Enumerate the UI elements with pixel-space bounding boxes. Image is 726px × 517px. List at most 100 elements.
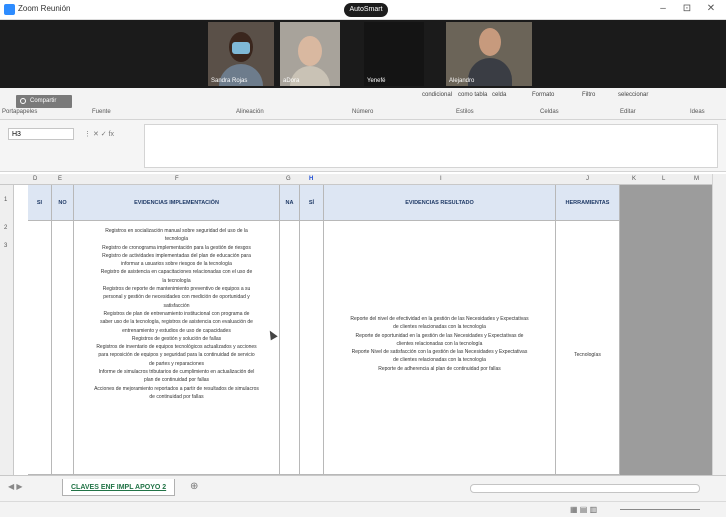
participant-name: Yenefé xyxy=(367,78,386,84)
column-header[interactable]: J xyxy=(586,176,589,182)
evidencia-line: Registros de inventario de equipos tecno… xyxy=(96,344,257,351)
window-title: Zoom Reunión xyxy=(18,4,71,13)
ribbon-group-label: Alineación xyxy=(236,109,264,115)
zoom-icon xyxy=(4,4,15,15)
resultado-line: Reporte de oportunidad en la gestión de … xyxy=(355,332,524,339)
ribbon-group-label: Editar xyxy=(620,109,636,115)
header-na[interactable]: NA xyxy=(280,185,300,221)
ribbon-item[interactable]: Formato xyxy=(532,92,554,98)
column-header[interactable]: F xyxy=(175,176,179,182)
evidencia-line: informar a usuarios sobre riesgos de la … xyxy=(121,261,232,268)
ribbon-item[interactable]: como tabla xyxy=(458,92,487,98)
evidencia-line: Acciones de mejoramiento reportados a pa… xyxy=(94,385,259,392)
evidencia-line: de partes y reparaciones xyxy=(148,360,205,367)
cell-evidencias-resultado[interactable]: Reporte del nivel de efectividad en la g… xyxy=(324,221,556,475)
ribbon-group-label: Celdas xyxy=(540,109,559,115)
ribbon-item[interactable]: Filtro xyxy=(582,92,595,98)
evidencia-line: Informe de simulacros tributarios de cum… xyxy=(98,369,255,376)
formula-input[interactable] xyxy=(144,124,718,168)
view-icons[interactable]: ▦ ▤ ▥ xyxy=(570,505,597,514)
video-tile-4[interactable]: Alejandro xyxy=(446,22,532,86)
column-header[interactable]: I xyxy=(440,176,442,182)
header-evidencias-implementacion[interactable]: EVIDENCIAS IMPLEMENTACIÓN xyxy=(74,185,280,221)
search-icon xyxy=(20,98,26,104)
video-gallery: Sandra Rojas aDora Yenefé Alejandro xyxy=(0,20,726,88)
participant-name: Alejandro xyxy=(449,78,475,84)
evidencia-line: Registros en socialización manual sobre … xyxy=(105,228,248,234)
herramientas-value: Tecnologías xyxy=(574,352,601,358)
cell-na[interactable] xyxy=(280,221,300,475)
evidencia-line: personal y gestión de necesidades con me… xyxy=(103,294,250,301)
vertical-scrollbar[interactable] xyxy=(712,174,726,475)
evidencia-line: Registro de actividades implementadas de… xyxy=(102,252,251,259)
cell-no[interactable] xyxy=(52,221,74,475)
participant-head xyxy=(479,28,501,56)
column-header[interactable]: L xyxy=(662,176,665,182)
evidencia-line: satisfacción xyxy=(163,302,190,309)
minimize-icon[interactable]: – xyxy=(656,3,670,14)
title-bar: Zoom Reunión AutoSmart – ⊡ ✕ xyxy=(0,0,726,20)
resultado-line: Reporte de adherencia al plan de continu… xyxy=(378,365,501,372)
header-si-2[interactable]: SÍ xyxy=(300,185,324,221)
participant-head xyxy=(298,36,322,66)
worksheet[interactable]: SI NO EVIDENCIAS IMPLEMENTACIÓN NA SÍ EV… xyxy=(14,185,712,475)
row-headers: 1 2 3 xyxy=(0,185,14,475)
sheet-tab[interactable]: CLAVES ENF IMPL APOYO 2 xyxy=(62,479,176,496)
evidencia-line: Registros de gestión y solución de falla… xyxy=(131,335,222,342)
cell-si[interactable] xyxy=(28,221,52,475)
participant-name: aDora xyxy=(283,78,300,84)
cell-herramientas[interactable]: Tecnologías xyxy=(556,221,620,475)
ribbon-group-label: Ideas xyxy=(690,109,705,115)
video-tile-2[interactable]: aDora xyxy=(280,22,340,86)
column-header-selected[interactable]: H xyxy=(309,176,313,182)
tab-scroll-icon[interactable]: ◀ ▶ xyxy=(8,482,23,491)
ribbon-item[interactable]: celda xyxy=(492,92,506,98)
evidencia-line: Registros de reporte de mantenimiento pr… xyxy=(102,286,251,293)
column-header[interactable]: M xyxy=(694,176,699,182)
video-tile-1[interactable]: Sandra Rojas xyxy=(208,22,274,86)
header-si[interactable]: SI xyxy=(28,185,52,221)
ribbon-group-label: Portapapeles xyxy=(2,109,38,115)
ribbon-group-label: Fuente xyxy=(92,109,111,115)
column-header[interactable]: E xyxy=(58,176,62,182)
share-button-label: Compartir xyxy=(30,98,57,104)
column-header[interactable]: G xyxy=(286,176,291,182)
row-header[interactable]: 3 xyxy=(4,243,7,249)
row-header[interactable]: 1 xyxy=(4,197,7,203)
close-icon[interactable]: ✕ xyxy=(704,3,718,14)
row-header[interactable]: 2 xyxy=(4,225,7,231)
column-header[interactable]: D xyxy=(33,176,37,182)
resultado-line: de clientes relacionadas con la tecnolog… xyxy=(393,357,486,364)
resultado-line: clientes relacionadas con la tecnología xyxy=(396,340,483,347)
evidencia-line: Registro de cronograma implementación pa… xyxy=(102,244,251,251)
add-sheet-icon[interactable]: ⊕ xyxy=(190,481,198,492)
name-box[interactable]: H3 xyxy=(8,128,74,140)
cell-si-2[interactable] xyxy=(300,221,324,475)
horizontal-scrollbar[interactable] xyxy=(470,484,700,493)
evidencia-line: Registro de asistencia en capacitaciones… xyxy=(100,269,253,276)
header-no[interactable]: NO xyxy=(52,185,74,221)
status-bar: ▦ ▤ ▥ xyxy=(0,501,726,517)
evidencia-line: entrenamiento y estudios de uso de capac… xyxy=(122,327,231,334)
evidencia-line: plan de continuidad por fallas xyxy=(143,377,210,384)
header-evidencias-resultado[interactable]: EVIDENCIAS RESULTADO xyxy=(324,185,556,221)
zoom-slider[interactable] xyxy=(620,509,700,510)
maximize-icon[interactable]: ⊡ xyxy=(680,3,694,14)
evidencia-line: la tecnología xyxy=(162,277,191,284)
column-header[interactable]: K xyxy=(632,176,636,182)
ribbon-item[interactable]: condicional xyxy=(422,92,452,98)
formula-icons[interactable]: ⋮ ✕ ✓ fx xyxy=(84,130,114,138)
ribbon-group-label: Número xyxy=(352,109,374,115)
share-button[interactable]: Compartir xyxy=(16,95,72,108)
evidencia-line: para reposición de equipos y seguridad p… xyxy=(98,352,255,359)
view-pill[interactable]: AutoSmart xyxy=(344,3,388,17)
excel-ribbon: condicional como tabla celda Formato Fil… xyxy=(0,88,726,120)
column-headers: D E F G H I J K L M xyxy=(0,174,712,185)
ribbon-group-label: Estilos xyxy=(456,109,474,115)
video-tile-3[interactable]: Yenefé xyxy=(364,22,424,86)
header-herramientas[interactable]: HERRAMIENTAS xyxy=(556,185,620,221)
cell-evidencias-implementacion[interactable]: Registros en socialización manual sobre … xyxy=(74,221,280,475)
ribbon-item[interactable]: seleccionar xyxy=(618,92,648,98)
resultado-line: Reporte Nivel de satisfacción con la ges… xyxy=(351,349,528,356)
evidencia-line: saber uso de la tecnología, registros de… xyxy=(100,319,253,326)
